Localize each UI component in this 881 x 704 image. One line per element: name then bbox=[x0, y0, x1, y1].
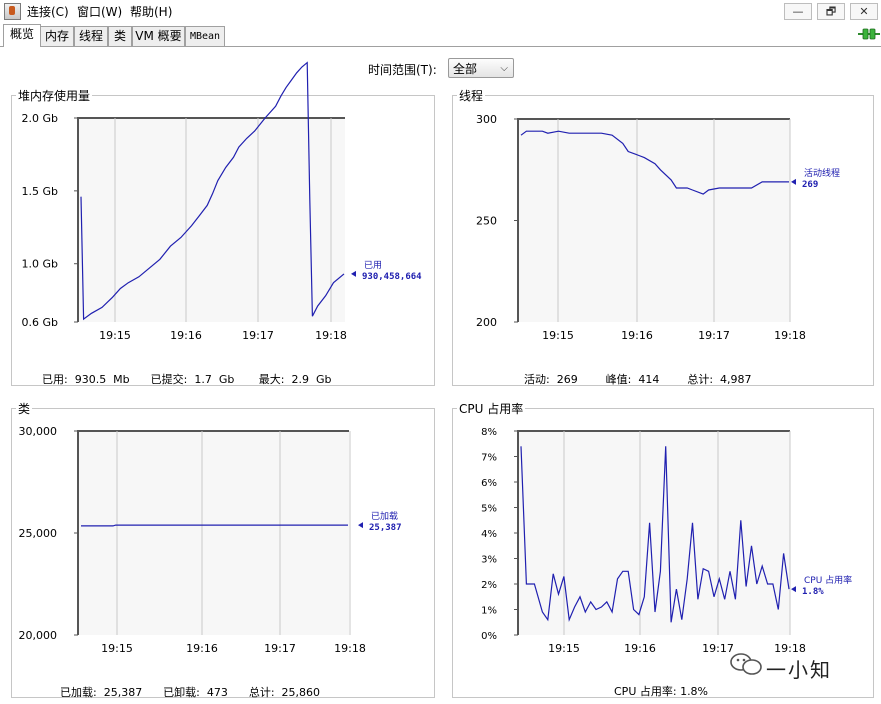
heap-x-tick-label: 19:16 bbox=[170, 329, 202, 342]
classes-legend-marker bbox=[358, 522, 363, 529]
cpu-y-tick-label: 2% bbox=[481, 580, 497, 591]
classes-y-tick-label: 30,000 bbox=[19, 425, 58, 438]
classes-legend-value: 25,387 bbox=[369, 523, 402, 533]
heap-legend-marker bbox=[351, 270, 356, 277]
heap-legend-name: 已用 bbox=[364, 260, 382, 271]
cpu-legend-value: 1.8% bbox=[802, 587, 824, 597]
cpu-y-tick-label: 1% bbox=[481, 606, 497, 617]
heap-legend-value: 930,458,664 bbox=[362, 272, 422, 282]
classes-legend-name: 已加载 bbox=[371, 510, 398, 522]
cpu-y-tick-label: 4% bbox=[481, 529, 497, 540]
threads-y-tick-label: 250 bbox=[476, 215, 497, 228]
classes-x-tick-label: 19:17 bbox=[264, 642, 296, 655]
heap-y-tick-label: 2.0 Gb bbox=[22, 112, 59, 125]
cpu-y-tick-label: 8% bbox=[481, 427, 497, 438]
watermark-text: 一小知 bbox=[766, 658, 832, 682]
cpu-x-tick-label: 19:16 bbox=[624, 642, 656, 655]
threads-x-tick-label: 19:15 bbox=[542, 329, 574, 342]
threads-legend-value: 269 bbox=[802, 180, 818, 190]
classes-y-tick-label: 20,000 bbox=[19, 629, 58, 642]
cpu-y-tick-label: 0% bbox=[481, 631, 497, 642]
classes-x-tick-label: 19:18 bbox=[334, 642, 366, 655]
heap-x-tick-label: 19:15 bbox=[99, 329, 131, 342]
heap-y-tick-label: 1.5 Gb bbox=[22, 185, 59, 198]
threads-x-tick-label: 19:17 bbox=[698, 329, 730, 342]
charts-layer: 19:15 19:16 19:17 19:18 0.6 Gb 1.0 Gb 1.5 Gb 2.… bbox=[19, 61, 852, 655]
threads-legend-name: 活动线程 bbox=[804, 167, 840, 179]
heap-x-tick-label: 19:18 bbox=[315, 329, 347, 342]
cpu-y-tick-label: 5% bbox=[481, 504, 497, 515]
cpu-y-tick-label: 6% bbox=[481, 478, 497, 489]
threads-y-tick-label: 200 bbox=[476, 316, 497, 329]
threads-x-tick-label: 19:18 bbox=[774, 329, 806, 342]
threads-legend-marker bbox=[791, 178, 796, 185]
classes-x-tick-label: 19:15 bbox=[101, 642, 133, 655]
cpu-legend-marker bbox=[791, 586, 796, 593]
classes-y-tick-label: 25,000 bbox=[19, 527, 58, 540]
cpu-x-tick-label: 19:15 bbox=[548, 642, 580, 655]
heap-y-tick-label: 1.0 Gb bbox=[22, 258, 59, 271]
cpu-y-tick-label: 3% bbox=[481, 555, 497, 566]
threads-y-tick-label: 300 bbox=[476, 113, 497, 126]
threads-x-tick-label: 19:16 bbox=[621, 329, 653, 342]
heap-x-tick-label: 19:17 bbox=[242, 329, 274, 342]
threads-plot-area bbox=[518, 119, 790, 322]
classes-x-tick-label: 19:16 bbox=[186, 642, 218, 655]
cpu-y-tick-label: 7% bbox=[481, 453, 497, 464]
classes-plot-area bbox=[78, 431, 349, 635]
cpu-legend-name: CPU 占用率 bbox=[804, 574, 852, 586]
heap-y-tick-label: 0.6 Gb bbox=[22, 316, 59, 329]
